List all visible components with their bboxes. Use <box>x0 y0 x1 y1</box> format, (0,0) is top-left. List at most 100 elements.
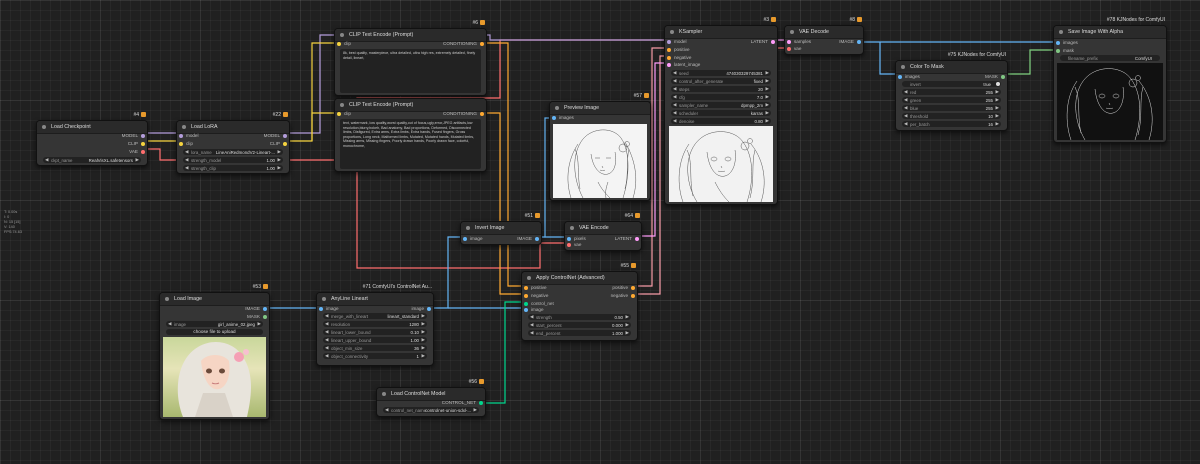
input-model-pin[interactable] <box>179 134 183 138</box>
widget-lineart-upper-bound[interactable]: ◀ lineart_upper_bound 1.00 ▶ <box>323 337 427 343</box>
output-clip-pin[interactable] <box>283 142 287 146</box>
node-header[interactable]: AnyLine Lineart <box>317 293 433 306</box>
arrow-left-icon[interactable]: ◀ <box>904 113 907 119</box>
node-menu-icon[interactable] <box>635 213 640 218</box>
arrow-left-icon[interactable]: ◀ <box>673 118 676 124</box>
arrow-right-icon[interactable]: ▶ <box>422 329 425 335</box>
widget-invert-toggle[interactable]: invert true <box>902 81 1001 87</box>
input-image-pin[interactable] <box>524 308 528 312</box>
collapse-dot-icon[interactable] <box>670 30 674 34</box>
node-invert-image[interactable]: #51 Invert Image image IMAGE <box>460 213 542 245</box>
collapse-dot-icon[interactable] <box>1059 30 1063 34</box>
collapse-dot-icon[interactable] <box>555 106 559 110</box>
widget-strength-model[interactable]: ◀ strength_model 1.00 ▶ <box>183 157 283 163</box>
node-load-lora[interactable]: #22 Load LoRA model clip MODEL CLIP ◀ lor… <box>176 112 290 174</box>
input-latent-pin[interactable] <box>667 63 671 67</box>
widget-filename-prefix[interactable]: filename_prefix ComfyUI <box>1060 55 1160 61</box>
arrow-right-icon[interactable]: ▶ <box>996 113 999 119</box>
widget-threshold[interactable]: ◀ threshold 10 ▶ <box>902 113 1001 119</box>
arrow-left-icon[interactable]: ◀ <box>904 89 907 95</box>
output-image-pin[interactable] <box>427 307 431 311</box>
arrow-left-icon[interactable]: ◀ <box>325 353 328 359</box>
node-menu-icon[interactable] <box>535 213 540 218</box>
widget-strength[interactable]: ◀ strength 0.50 ▶ <box>528 314 631 320</box>
upload-button[interactable]: choose file to upload <box>166 329 263 335</box>
node-header[interactable]: Preview Image <box>550 102 650 115</box>
arrow-right-icon[interactable]: ▶ <box>422 345 425 351</box>
arrow-left-icon[interactable]: ◀ <box>673 102 676 108</box>
arrow-left-icon[interactable]: ◀ <box>673 94 676 100</box>
arrow-right-icon[interactable]: ▶ <box>766 70 769 76</box>
arrow-left-icon[interactable]: ◀ <box>530 322 533 328</box>
collapse-dot-icon[interactable] <box>182 125 186 129</box>
arrow-left-icon[interactable]: ◀ <box>530 314 533 320</box>
node-load-checkpoint[interactable]: #4 Load Checkpoint MODEL CLIP VAE ◀ ckpt_… <box>36 112 148 166</box>
collapse-dot-icon[interactable] <box>790 30 794 34</box>
arrow-left-icon[interactable]: ◀ <box>168 321 171 327</box>
widget-blue[interactable]: ◀ blue 255 ▶ <box>902 105 1001 111</box>
input-positive-pin[interactable] <box>667 48 671 52</box>
input-images-pin[interactable] <box>898 75 902 79</box>
input-samples-pin[interactable] <box>787 40 791 44</box>
arrow-right-icon[interactable]: ▶ <box>996 97 999 103</box>
node-header[interactable]: Invert Image <box>461 222 541 235</box>
input-clip-pin[interactable] <box>337 42 341 46</box>
arrow-left-icon[interactable]: ◀ <box>673 110 676 116</box>
collapse-dot-icon[interactable] <box>901 65 905 69</box>
toggle-icon[interactable] <box>996 82 1000 86</box>
collapse-dot-icon[interactable] <box>322 297 326 301</box>
arrow-left-icon[interactable]: ◀ <box>530 330 533 336</box>
arrow-left-icon[interactable]: ◀ <box>185 165 188 171</box>
arrow-left-icon[interactable]: ◀ <box>325 313 328 319</box>
node-clip-text-encode-negative[interactable]: CLIP Text Encode (Prompt) clip CONDITION… <box>334 98 487 172</box>
node-anyline-lineart[interactable]: #71 ComfyUI's ControlNet Au... AnyLine L… <box>316 284 434 366</box>
node-apply-controlnet[interactable]: #55 Apply ControlNet (Advanced) positive… <box>521 263 638 341</box>
node-header[interactable]: Color To Mask <box>896 61 1007 74</box>
arrow-right-icon[interactable]: ▶ <box>626 322 629 328</box>
output-image-pin[interactable] <box>857 40 861 44</box>
node-load-controlnet-model[interactable]: #56 Load ControlNet Model CONTROL_NET ◀ c… <box>376 379 486 417</box>
node-color-to-mask[interactable]: #75 KJNodes for ComfyUI ? Color To Mask … <box>895 52 1008 131</box>
input-mask-pin[interactable] <box>1056 49 1060 53</box>
input-images-pin[interactable] <box>1056 41 1060 45</box>
node-clip-text-encode-positive[interactable]: #6 CLIP Text Encode (Prompt) clip CONDIT… <box>334 20 487 96</box>
arrow-right-icon[interactable]: ▶ <box>996 89 999 95</box>
node-ksampler[interactable]: #3 KSampler model positive negative late… <box>664 17 778 205</box>
arrow-left-icon[interactable]: ◀ <box>385 407 388 413</box>
arrow-left-icon[interactable]: ◀ <box>673 86 676 92</box>
arrow-right-icon[interactable]: ▶ <box>422 313 425 319</box>
arrow-right-icon[interactable]: ▶ <box>996 121 999 127</box>
input-image-pin[interactable] <box>463 237 467 241</box>
widget-resolution[interactable]: ◀ resolution 1280 ▶ <box>323 321 427 327</box>
output-conditioning-pin[interactable] <box>480 42 484 46</box>
arrow-left-icon[interactable]: ◀ <box>325 337 328 343</box>
output-vae-pin[interactable] <box>141 150 145 154</box>
collapse-dot-icon[interactable] <box>527 276 531 280</box>
arrow-left-icon[interactable]: ◀ <box>904 97 907 103</box>
arrow-right-icon[interactable]: ▶ <box>996 105 999 111</box>
arrow-right-icon[interactable]: ▶ <box>474 407 477 413</box>
node-menu-icon[interactable] <box>857 17 862 22</box>
widget-image-select[interactable]: ◀ image girl_anime_02.jpeg ▶ <box>166 321 263 327</box>
widget-sampler-name[interactable]: ◀ sampler_name dpmpp_2m ▶ <box>671 102 771 108</box>
output-positive-pin[interactable] <box>631 286 635 290</box>
arrow-right-icon[interactable]: ▶ <box>766 118 769 124</box>
node-menu-icon[interactable] <box>480 20 485 25</box>
output-mask-pin[interactable] <box>263 315 267 319</box>
arrow-right-icon[interactable]: ▶ <box>136 157 139 163</box>
node-header[interactable]: Save Image With Alpha <box>1054 26 1166 39</box>
arrow-left-icon[interactable]: ◀ <box>45 157 48 163</box>
node-header[interactable]: VAE Decode <box>785 26 863 39</box>
output-image-pin[interactable] <box>263 307 267 311</box>
widget-strength-clip[interactable]: ◀ strength_clip 1.00 ▶ <box>183 165 283 171</box>
collapse-dot-icon[interactable] <box>340 33 344 37</box>
widget-object-connectivity[interactable]: ◀ object_connectivity 1 ▶ <box>323 353 427 359</box>
node-menu-icon[interactable] <box>283 112 288 117</box>
arrow-right-icon[interactable]: ▶ <box>766 110 769 116</box>
arrow-left-icon[interactable]: ◀ <box>325 321 328 327</box>
widget-scheduler[interactable]: ◀ scheduler karras ▶ <box>671 110 771 116</box>
arrow-right-icon[interactable]: ▶ <box>766 94 769 100</box>
output-clip-pin[interactable] <box>141 142 145 146</box>
arrow-left-icon[interactable]: ◀ <box>904 105 907 111</box>
widget-start-percent[interactable]: ◀ start_percent 0.000 ▶ <box>528 322 631 328</box>
